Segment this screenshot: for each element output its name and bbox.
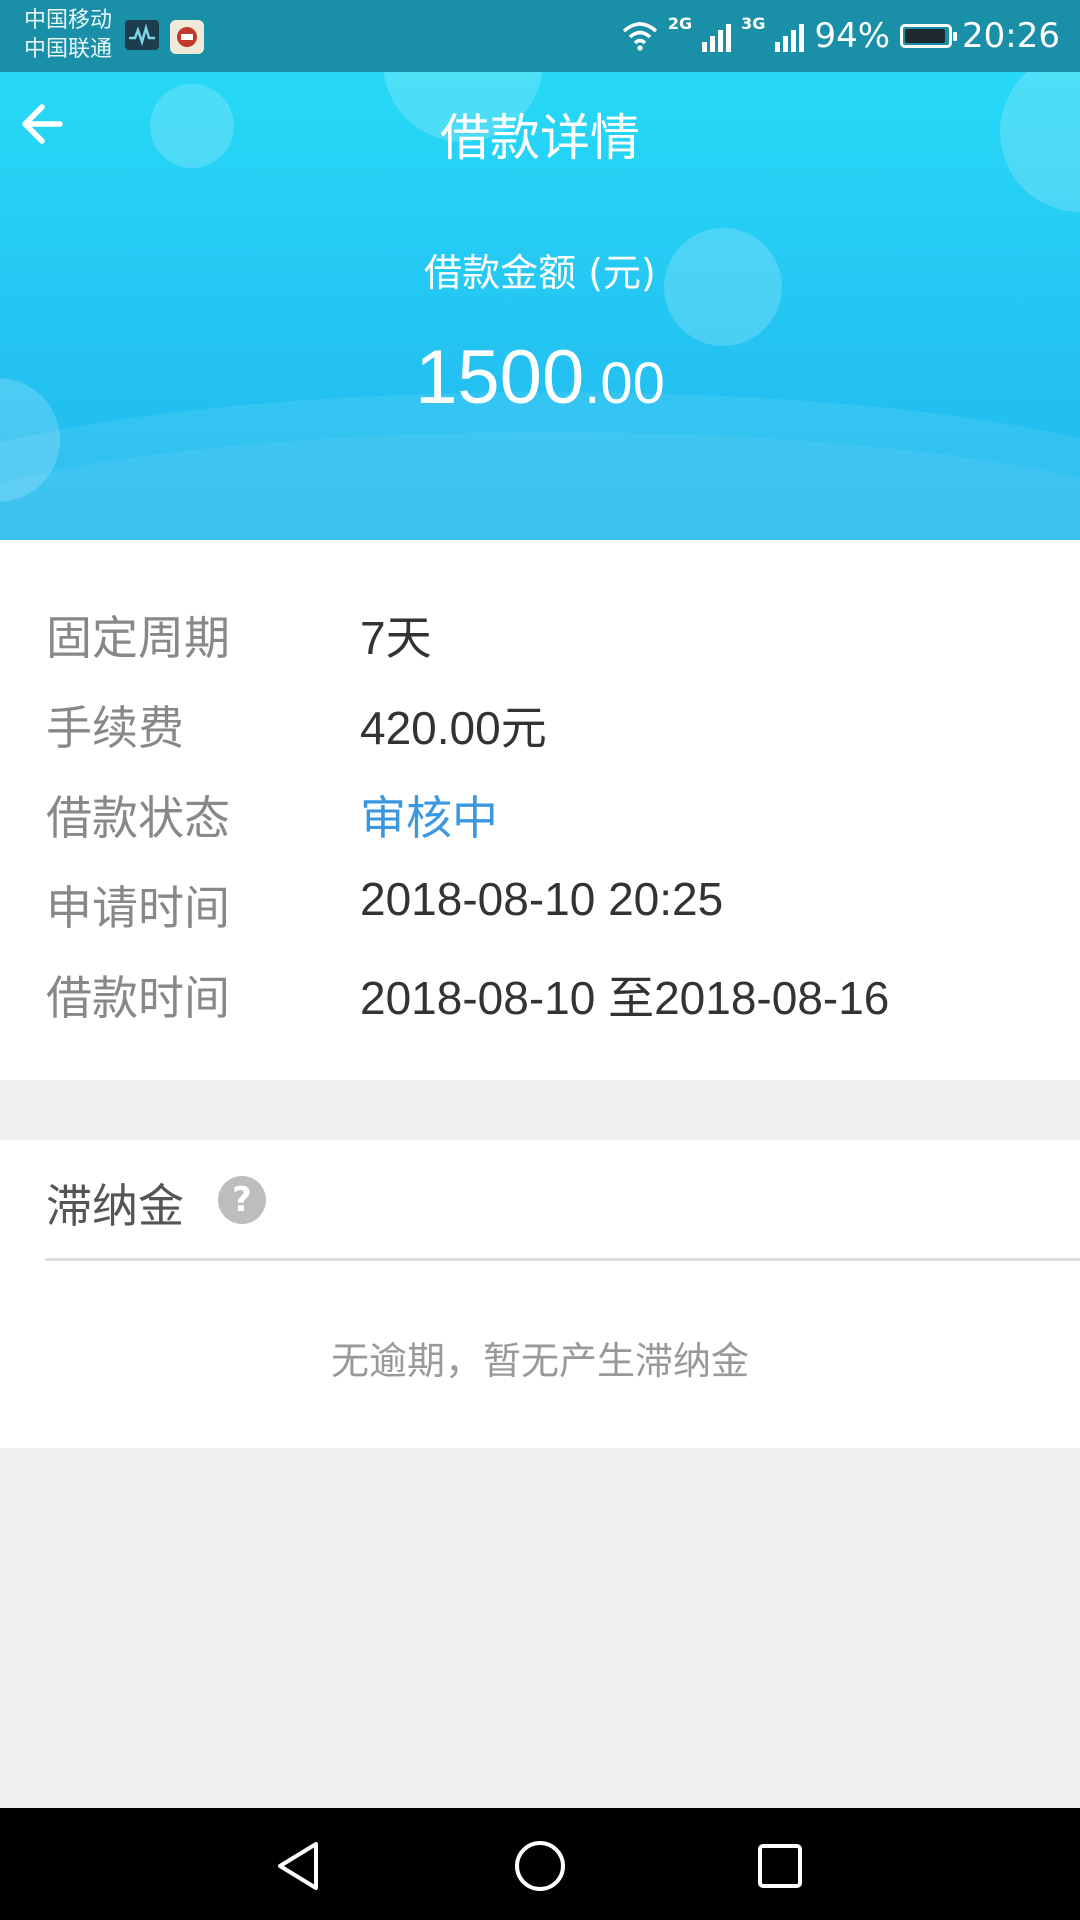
loan-header: 借款详情 借款金额 (元) 1500.00	[0, 72, 1080, 540]
carrier-2: 中国联通	[24, 37, 113, 62]
detail-value: 7天	[360, 612, 432, 664]
circle-home-icon	[515, 1841, 565, 1891]
nav-recent-button[interactable]	[750, 1836, 810, 1896]
activity-app-icon	[125, 20, 159, 50]
page-title: 借款详情	[440, 109, 640, 167]
clock: 20:26	[962, 16, 1060, 56]
network-type-1: 2G	[667, 14, 693, 33]
battery-icon	[900, 24, 958, 48]
question-circle-icon[interactable]: ?	[218, 1176, 266, 1224]
late-fee-title: 滞纳金	[46, 1179, 184, 1233]
divider	[45, 1258, 1080, 1261]
detail-row-fee: 手续费 420.00元	[0, 692, 1080, 762]
system-nav-bar	[0, 1808, 1080, 1920]
loan-amount: 1500.00	[0, 334, 1080, 421]
triangle-back-icon	[278, 1842, 318, 1890]
signal-icon-1	[702, 20, 732, 52]
nav-back-button[interactable]	[270, 1836, 330, 1896]
status-badge: 审核中	[360, 792, 498, 844]
detail-value: 2018-08-10 至2018-08-16	[360, 972, 890, 1024]
carrier-1: 中国移动	[24, 8, 113, 33]
wifi-icon	[622, 22, 658, 51]
detail-label: 申请时间	[46, 881, 230, 935]
signal-icon-2	[775, 20, 805, 52]
status-right: 2G 3G 94% 20:26	[622, 14, 1060, 58]
amount-integer: 1500	[415, 335, 585, 420]
amount-decimal: .00	[584, 351, 665, 416]
amount-label: 借款金额 (元)	[424, 251, 656, 295]
network-type-2: 3G	[741, 14, 766, 33]
detail-label: 借款状态	[46, 791, 230, 845]
detail-row-apply-time: 申请时间 2018-08-10 20:25	[0, 872, 1080, 942]
detail-row-period: 固定周期 7天	[0, 602, 1080, 672]
detail-row-status: 借款状态 审核中	[0, 782, 1080, 852]
carrier-info: 中国移动 中国联通	[24, 6, 112, 64]
status-bar: 中国移动 中国联通 2G 3G 94% 20:26	[0, 0, 1080, 72]
late-fee-message: 无逾期，暂无产生滞纳金	[330, 1339, 749, 1383]
notification-app-icon	[170, 20, 204, 54]
loan-details-card: 固定周期 7天 手续费 420.00元 借款状态 审核中 申请时间 2018-0…	[0, 540, 1080, 1080]
late-fee-card: 滞纳金 ? 无逾期，暂无产生滞纳金	[0, 1140, 1080, 1448]
detail-row-loan-period: 借款时间 2018-08-10 至2018-08-16	[0, 962, 1080, 1032]
detail-value: 2018-08-10 20:25	[360, 873, 724, 925]
detail-value: 420.00元	[360, 702, 547, 754]
detail-label: 固定周期	[46, 611, 230, 665]
nav-home-button[interactable]	[510, 1836, 570, 1896]
detail-label: 手续费	[46, 701, 184, 755]
detail-label: 借款时间	[46, 971, 230, 1025]
battery-percent: 94%	[814, 16, 891, 56]
square-recent-icon	[758, 1844, 802, 1888]
